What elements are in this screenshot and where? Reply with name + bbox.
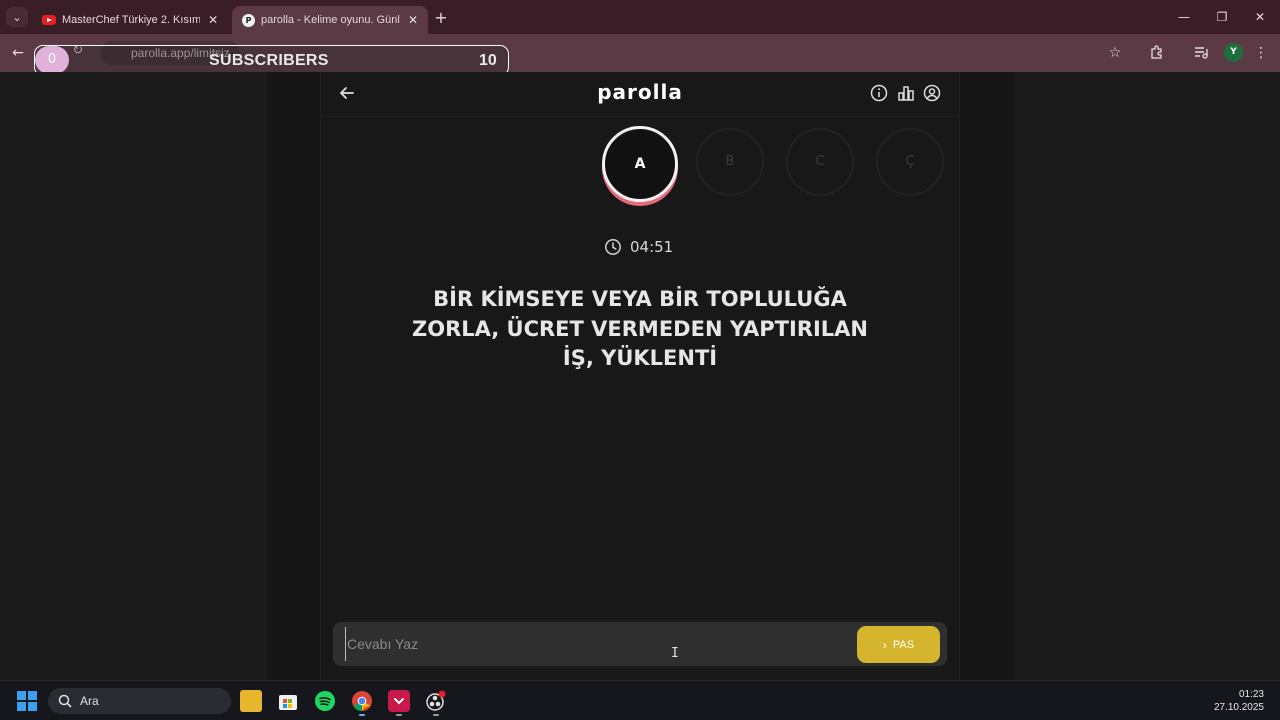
pocket-indicator	[396, 714, 402, 716]
question-line: BİR KİMSEYE VEYA BİR TOPLULUĞA	[433, 287, 847, 311]
pass-button[interactable]: › PAS	[857, 626, 940, 663]
back-arrow-icon[interactable]	[337, 83, 357, 103]
microsoft-store-icon[interactable]	[277, 690, 299, 712]
back-arrow-icon[interactable]: ←	[9, 44, 27, 62]
close-icon[interactable]: ✕	[406, 13, 420, 27]
minimize-icon[interactable]: —	[1172, 8, 1196, 26]
letter-circle-a: A	[602, 126, 678, 202]
right-gutter	[1013, 72, 1280, 680]
subscribers-count: 10	[479, 52, 497, 69]
timer-value: 04:51	[630, 238, 674, 256]
clock-date: 27.10.2025	[1213, 702, 1264, 713]
spotify-icon[interactable]	[314, 690, 336, 712]
letter-circle-c: C	[786, 128, 854, 196]
browser-tab-bar: ⌄ MasterChef Türkiye 2. Kısım | 2( ✕ P p…	[0, 0, 1280, 34]
taskbar-search[interactable]: Ara	[48, 688, 231, 714]
youtube-icon	[42, 15, 56, 25]
chevron-right-icon: ›	[882, 637, 887, 652]
letter-circle-c-cedilla: Ç	[876, 128, 944, 196]
chrome-active-indicator	[359, 714, 365, 716]
user-profile-icon[interactable]	[923, 84, 941, 102]
letter-circle-b: B	[696, 128, 764, 196]
question-line: ZORLA, ÜCRET VERMEDEN YAPTIRILAN	[411, 316, 869, 341]
app-logo[interactable]: parolla	[560, 80, 720, 104]
kebab-menu-icon[interactable]: ⋮	[1252, 44, 1270, 62]
answer-input[interactable]	[345, 627, 845, 661]
window-close-icon[interactable]: ✕	[1248, 8, 1272, 26]
bookmark-star-icon[interactable]: ☆	[1106, 44, 1124, 62]
restore-icon[interactable]: ❐	[1210, 8, 1234, 26]
header-divider	[320, 116, 960, 117]
file-explorer-icon[interactable]	[240, 690, 262, 712]
obs-indicator	[433, 714, 439, 716]
subscribers-dot: 0	[35, 46, 69, 74]
system-clock[interactable]: 01:23 27.10.2025	[1214, 688, 1264, 714]
tab-label: parolla - Kelime oyunu. Günlük	[261, 14, 401, 26]
clock-icon	[605, 239, 621, 255]
left-gutter	[0, 72, 267, 680]
search-label: Ara	[80, 694, 99, 708]
info-icon[interactable]	[870, 84, 888, 102]
pocket-app-icon[interactable]	[388, 690, 410, 712]
tab-label: MasterChef Türkiye 2. Kısım | 2(	[62, 14, 201, 26]
tab-search-chevron-icon[interactable]: ⌄	[6, 7, 28, 27]
new-tab-plus-icon[interactable]: +	[432, 9, 450, 27]
profile-avatar[interactable]: Y	[1224, 43, 1243, 62]
tab-parolla[interactable]: P parolla - Kelime oyunu. Günlük ✕	[232, 6, 428, 34]
page-content: parolla A B C Ç 04:51 BİR KİMSEYE VEYA B…	[0, 72, 1280, 680]
question-line: İŞ, YÜKLENTİ	[562, 346, 718, 370]
windows-taskbar: Ara 01:23 27.10.2025	[0, 680, 1280, 720]
parolla-icon: P	[242, 13, 255, 27]
question-text: BİR KİMSEYE VEYA BİR TOPLULUĞA ZORLA, ÜC…	[360, 285, 920, 374]
media-control-icon[interactable]	[1192, 44, 1210, 62]
close-icon[interactable]: ✕	[206, 13, 220, 27]
stats-chart-icon[interactable]	[897, 84, 915, 102]
tab-masterchef[interactable]: MasterChef Türkiye 2. Kısım | 2( ✕	[32, 6, 228, 34]
countdown-timer: 04:51	[604, 238, 673, 256]
extensions-puzzle-icon[interactable]	[1148, 44, 1166, 62]
chrome-icon[interactable]	[351, 690, 373, 712]
obs-studio-icon[interactable]	[425, 690, 447, 712]
clock-time: 01:23	[1238, 689, 1264, 700]
search-icon	[58, 694, 72, 708]
pass-label: PAS	[892, 638, 915, 651]
subscribers-label: SUBSCRIBERS	[209, 52, 329, 69]
text-cursor-icon: I	[671, 646, 679, 661]
windows-start-icon[interactable]	[17, 691, 37, 711]
